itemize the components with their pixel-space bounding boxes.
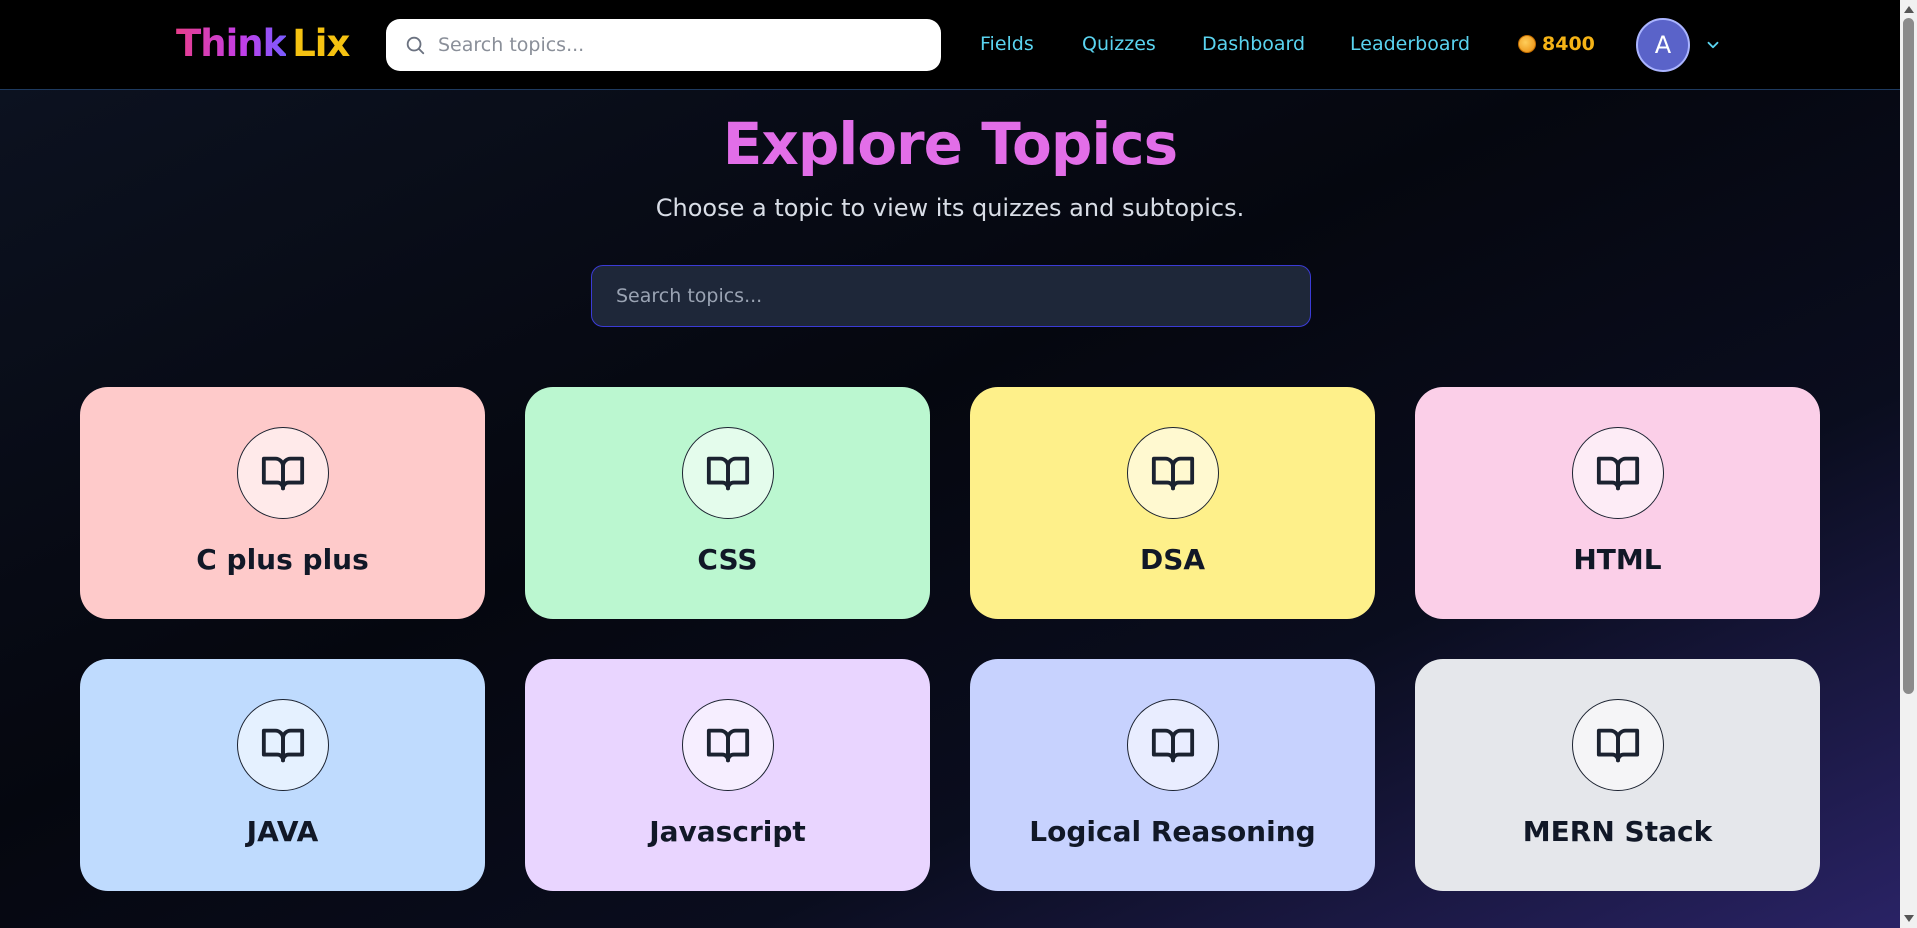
topic-card[interactable]: C plus plus [80,387,485,619]
nav-link-fields[interactable]: Fields [980,33,1034,55]
brand-logo-part1: Think [176,22,287,65]
book-open-icon [1572,427,1664,519]
coin-balance: 8400 [1518,33,1595,55]
scroll-up-arrow-icon[interactable] [1904,6,1914,13]
topic-card[interactable]: Javascript [525,659,930,891]
topic-card[interactable]: MERN Stack [1415,659,1820,891]
topic-card-label: Javascript [649,815,806,848]
chevron-down-icon[interactable] [1704,36,1722,54]
topic-search-bar [591,265,1311,327]
coin-icon [1518,35,1536,53]
user-avatar[interactable]: A [1636,18,1690,72]
topic-card-label: JAVA [246,815,319,848]
brand-logo-part2: Lix [292,22,350,65]
topic-card-label: Logical Reasoning [1029,815,1316,848]
topic-card[interactable]: HTML [1415,387,1820,619]
nav-link-dashboard[interactable]: Dashboard [1202,33,1305,55]
book-open-icon [1127,699,1219,791]
page-subtitle: Choose a topic to view its quizzes and s… [655,194,1245,222]
topic-card[interactable]: CSS [525,387,930,619]
book-open-icon [1127,427,1219,519]
nav-link-quizzes[interactable]: Quizzes [1082,33,1156,55]
nav-search-input[interactable] [438,34,918,56]
page-scrollbar[interactable] [1900,0,1917,928]
nav-link-leaderboard[interactable]: Leaderboard [1350,33,1470,55]
topic-card[interactable]: DSA [970,387,1375,619]
book-open-icon [682,699,774,791]
scroll-thumb[interactable] [1903,18,1914,694]
topic-card[interactable]: Logical Reasoning [970,659,1375,891]
brand-logo[interactable]: Think Lix [176,22,350,65]
search-icon [406,36,425,55]
topic-card-label: C plus plus [196,543,369,576]
nav-search-bar [386,19,941,71]
book-open-icon [237,427,329,519]
book-open-icon [682,427,774,519]
scroll-down-arrow-icon[interactable] [1904,915,1914,922]
topic-card-label: DSA [1139,543,1206,576]
topic-search-input[interactable] [616,285,1276,307]
page-title: Explore Topics [722,110,1178,178]
coin-count: 8400 [1542,33,1595,55]
topic-card-label: HTML [1573,543,1662,576]
topic-card-label: MERN Stack [1522,815,1713,848]
book-open-icon [1572,699,1664,791]
topic-card-label: CSS [697,543,758,576]
avatar-initial: A [1654,31,1672,59]
topic-card[interactable]: JAVA [80,659,485,891]
top-navbar: ThinkLix Fields Quizzes Dashboard Leader… [0,0,1917,90]
book-open-icon [237,699,329,791]
